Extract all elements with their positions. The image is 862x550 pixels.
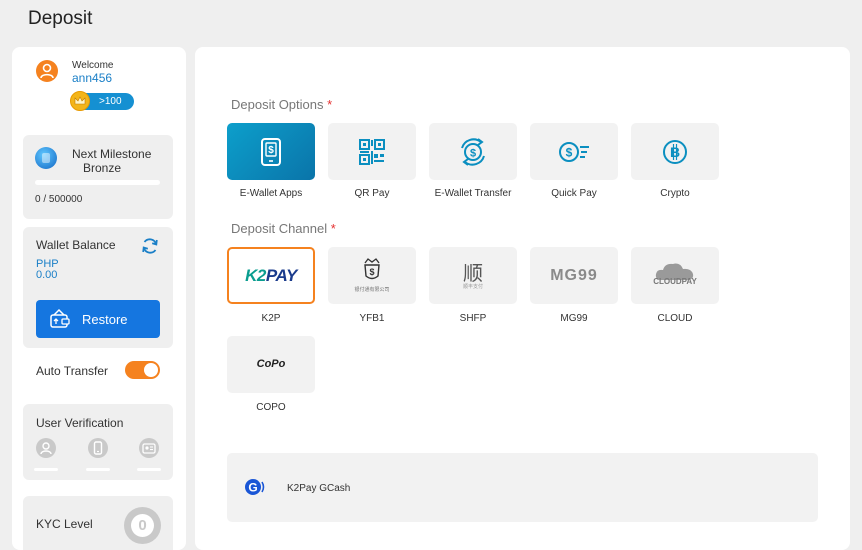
channel-caption: CLOUD [657,313,693,324]
verify-status-line [137,468,161,471]
auto-transfer-toggle[interactable] [125,361,160,379]
channel-shfp[interactable]: 顺 顺丰支付 [429,247,517,304]
phone-verify-icon[interactable] [88,438,108,458]
verification-title: User Verification [36,416,124,430]
svg-text:$: $ [470,147,476,159]
shfp-logo: 顺 [463,261,483,285]
kyc-level-value: 0 [131,514,154,537]
option-e-wallet-apps[interactable]: $ [227,123,315,180]
bitcoin-icon: B [663,139,687,164]
channel-caption: YFB1 [359,313,385,324]
sidebar: Welcome ann456 >100 Next Milestone Bronz… [12,47,186,550]
option-qr-pay[interactable] [328,123,416,180]
username[interactable]: ann456 [72,71,112,85]
svg-text:$: $ [369,267,374,277]
option-caption: E-Wallet Transfer [434,188,512,199]
kyc-title: KYC Level [36,517,93,531]
channel-caption: K2P [261,313,281,324]
wallet-title: Wallet Balance [36,238,116,252]
deposit-options-label: Deposit Options * [231,97,333,112]
yfb1-logo-icon: $ [364,257,380,279]
channel-k2p[interactable]: K2PAY [227,247,315,304]
channel-caption: MG99 [560,313,588,324]
vip-level-text: >100 [99,96,122,107]
svg-text:G: G [248,481,257,495]
avatar-icon[interactable] [36,60,58,82]
cloudpay-logo-text: CLOUDPAY [653,277,697,286]
id-card-verify-icon[interactable] [139,438,159,458]
copo-logo: CoPo [256,358,286,370]
kyc-level-badge: 0 [124,507,161,544]
milestone-badge-icon [35,147,57,169]
verify-status-line [34,468,58,471]
channel-caption: COPO [256,402,286,413]
user-verify-icon[interactable] [36,438,56,458]
verify-status-line [86,468,110,471]
channel-caption: SHFP [459,313,487,324]
milestone-title: Next Milestone [72,147,152,161]
toggle-knob [144,363,158,377]
deposit-channel-label: Deposit Channel * [231,221,336,236]
channel-cloud[interactable]: CLOUDPAY [631,247,719,304]
option-crypto[interactable]: B [631,123,719,180]
shfp-subtitle: 顺丰支付 [462,284,483,290]
welcome-section: Welcome ann456 >100 [12,47,186,120]
restore-button[interactable]: Restore [36,300,160,338]
milestone-level: Bronze [83,161,122,175]
restore-label: Restore [82,312,128,327]
channel-mg99[interactable]: MG99 [530,247,618,304]
yfb1-subtitle: 银付通有限公司 [354,287,390,293]
mobile-wallet-icon: $ [261,137,281,166]
gateway-k2pay-gcash[interactable]: G K2Pay GCash [227,453,818,522]
auto-transfer-label: Auto Transfer [36,364,109,378]
milestone-progress-text: 0 / 500000 [35,194,83,205]
option-caption: E-Wallet Apps [239,188,303,199]
option-caption: Crypto [660,188,690,199]
transfer-icon: $ [461,137,485,166]
quick-pay-icon: $ [559,141,589,162]
gcash-icon: G [245,479,265,495]
vip-badge[interactable]: >100 [70,91,134,111]
deposit-panel: Deposit Options * $ E-Wallet Apps QR Pay [195,47,850,550]
channel-copo[interactable]: CoPo [227,336,315,393]
mg99-logo: MG99 [550,267,598,284]
wallet-amount: 0.00 [36,269,58,281]
kyc-card: KYC Level 0 [23,496,173,550]
crown-icon [70,91,90,111]
refresh-icon[interactable] [140,236,160,256]
option-e-wallet-transfer[interactable]: $ [429,123,517,180]
option-quick-pay[interactable]: $ [530,123,618,180]
option-caption: Quick Pay [551,188,597,199]
svg-text:B: B [670,144,680,160]
page-title: Deposit [28,8,93,29]
svg-text:$: $ [268,145,274,156]
svg-text:$: $ [566,145,573,159]
wallet-restore-icon [50,308,70,328]
gateway-label: K2Pay GCash [287,483,351,494]
wallet-card: Wallet Balance PHP 0.00 Restore [23,227,173,348]
milestone-card: Next Milestone Bronze 0 / 500000 [23,135,173,219]
qr-code-icon [359,138,385,165]
milestone-progress-bar [35,180,160,185]
k2pay-logo: K2PAY [245,266,297,285]
option-caption: QR Pay [354,188,390,199]
channel-yfb1[interactable]: $ 银付通有限公司 [328,247,416,304]
verification-card: User Verification [23,404,173,480]
welcome-label: Welcome [72,60,114,71]
